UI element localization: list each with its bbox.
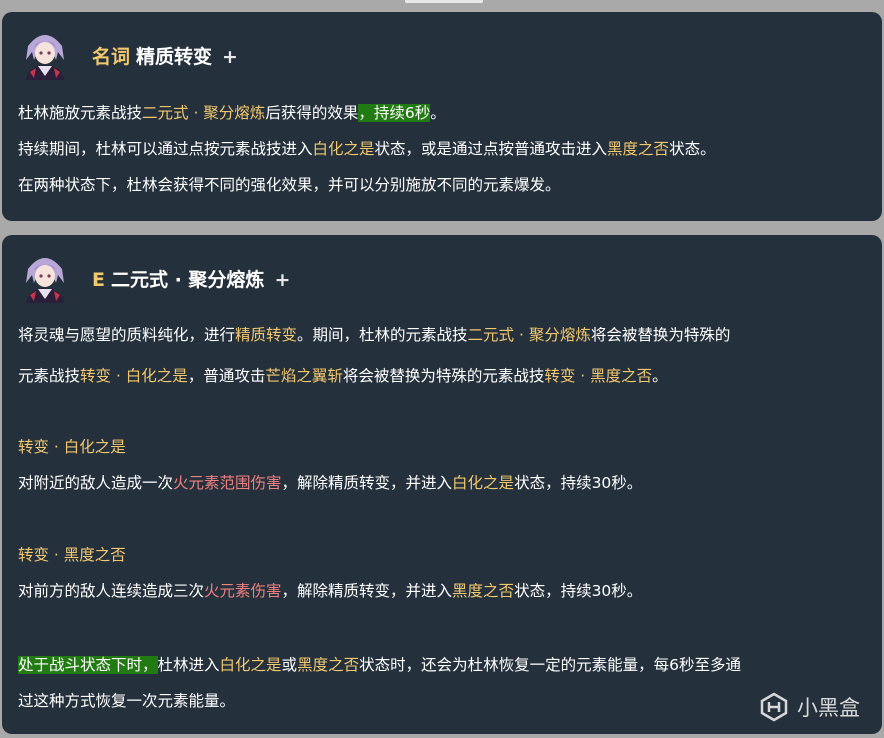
skill-desc-line-2: 元素战技转变 · 白化之是，普通攻击芒焰之翼斩将会被替换为特殊的元素战技转变 ·… [18,367,668,385]
term-line-2: 持续期间，杜林可以通过点按元素战技进入白化之是状态，或是通过点按普通攻击进入黑度… [18,140,716,158]
state-link-nigredo[interactable]: 黑度之否 [452,582,514,600]
skill-card: E 二元式 · 聚分熔炼 + 将灵魂与愿望的质料纯化，进行精质转变。期间，杜林的元素… [2,235,882,734]
character-portrait-icon [18,249,72,303]
state-link-nigredo[interactable]: 黑度之否 [297,656,359,674]
state-link-albedo[interactable]: 白化之是 [313,140,375,158]
energy-desc-line-2: 过这种方式恢复一次元素能量。 [18,692,236,710]
energy-desc-line-1: 处于战斗状态下时，杜林进入白化之是或黑度之否状态时，还会为杜林恢复一定的元素能量… [18,656,741,674]
duration-highlight: ，持续6秒 [358,104,431,122]
damage-link[interactable]: 火元素范围伤害 [173,474,282,492]
term-line-1: 杜林施放元素战技二元式 · 聚分熔炼后获得的效果，持续6秒。 [18,104,446,122]
term-link[interactable]: 精质转变 [235,326,297,344]
damage-link[interactable]: 火元素伤害 [204,582,282,600]
nigredo-desc: 对前方的敌人连续造成三次火元素伤害，解除精质转变，并进入黑度之否状态，持续30秒… [18,582,643,600]
albedo-desc: 对附近的敌人造成一次火元素范围伤害，解除精质转变，并进入白化之是状态，持续30秒… [18,474,643,492]
watermark: 小黑盒 [759,692,860,722]
term-card-title: 名词 精质转变 + [92,42,238,69]
skill-link[interactable]: 二元式 · 聚分熔炼 [142,104,265,122]
term-name: 精质转变 [136,46,213,68]
state-link-nigredo[interactable]: 黑度之否 [607,140,669,158]
expand-plus-button[interactable]: + [274,269,290,291]
heybox-logo-icon [760,692,788,722]
expand-plus-button[interactable]: + [222,46,238,68]
skill-link-albedo[interactable]: 转变 · 白化之是 [80,367,188,385]
top-scroll-handle [405,0,483,3]
skill-desc-line-1: 将灵魂与愿望的质料纯化，进行精质转变。期间，杜林的元素战技二元式 · 聚分熔炼将… [18,326,731,344]
state-link-albedo[interactable]: 白化之是 [452,474,514,492]
combat-highlight: 处于战斗状态下时， [18,656,158,674]
term-line-3: 在两种状态下，杜林会获得不同的强化效果，并可以分别施放不同的元素爆发。 [18,176,561,194]
term-tag: 名词 [92,46,131,68]
skill-name: 二元式 · 聚分熔炼 [110,269,265,291]
state-link-albedo[interactable]: 白化之是 [220,656,282,674]
skill-tag: E [92,269,105,291]
skill-card-header: E 二元式 · 聚分熔炼 + [18,235,866,313]
character-portrait-icon [18,26,72,80]
skill-link-nigredo[interactable]: 转变 · 黑度之否 [544,367,652,385]
term-card: 名词 精质转变 + 杜林施放元素战技二元式 · 聚分熔炼后获得的效果，持续6秒。 持… [2,12,882,221]
skill-link[interactable]: 二元式 · 聚分熔炼 [468,326,591,344]
watermark-text: 小黑盒 [797,696,860,720]
term-card-header: 名词 精质转变 + [18,12,866,90]
subheading-nigredo: 转变 · 黑度之否 [18,546,126,564]
subheading-albedo: 转变 · 白化之是 [18,438,126,456]
skill-card-title: E 二元式 · 聚分熔炼 + [92,265,290,292]
attack-link[interactable]: 芒焰之翼斩 [265,367,343,385]
